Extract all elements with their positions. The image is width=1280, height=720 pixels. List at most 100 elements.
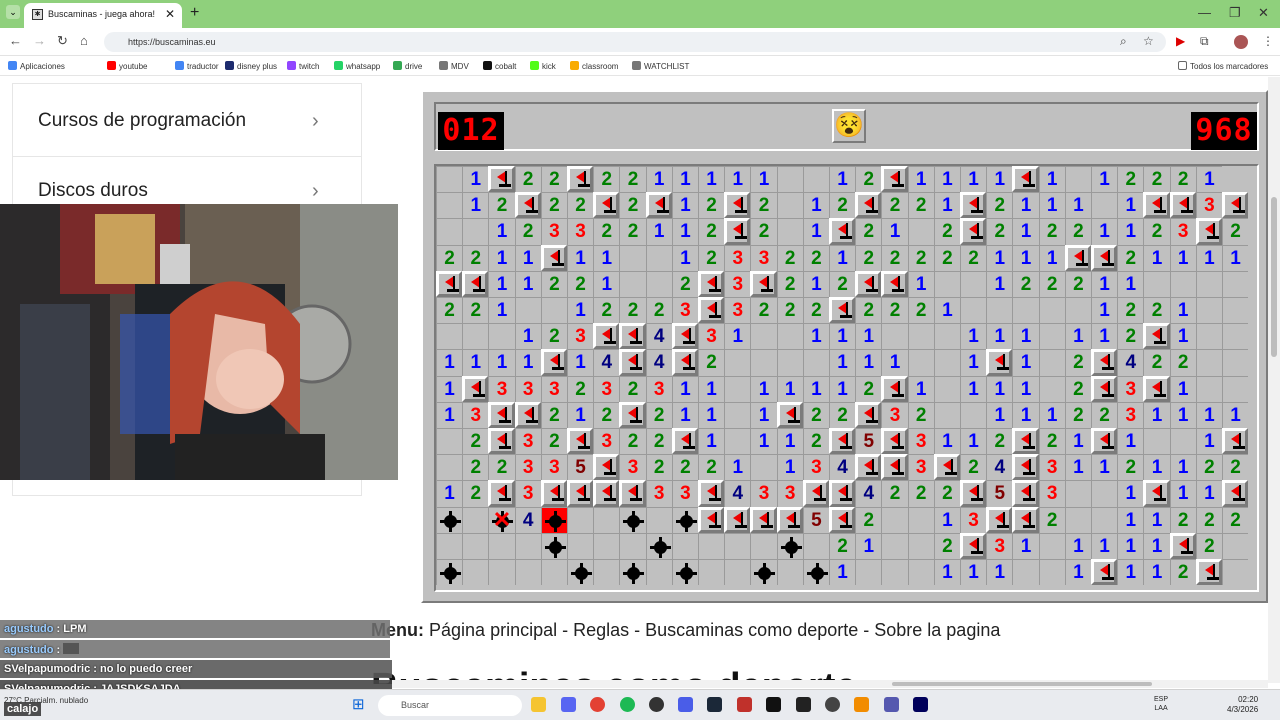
number-cell[interactable]: 1 [1117,192,1144,219]
number-cell[interactable]: 1 [1222,244,1249,271]
number-cell[interactable]: 1 [436,375,463,402]
mine-cell[interactable] [436,559,463,586]
empty-cell[interactable] [1064,166,1091,193]
empty-cell[interactable] [1143,270,1170,297]
number-cell[interactable]: 2 [540,192,567,219]
number-cell[interactable]: 4 [645,349,672,376]
number-cell[interactable]: 1 [488,270,515,297]
empty-cell[interactable] [1195,297,1222,324]
discord-icon[interactable] [561,697,576,712]
number-cell[interactable]: 2 [645,297,672,324]
number-cell[interactable]: 2 [750,192,777,219]
empty-cell[interactable] [750,532,777,559]
number-cell[interactable]: 1 [1143,244,1170,271]
number-cell[interactable]: 1 [986,401,1013,428]
empty-cell[interactable] [1143,428,1170,455]
flagged-cell[interactable] [671,349,698,376]
number-cell[interactable]: 1 [1064,323,1091,350]
number-cell[interactable]: 1 [698,428,725,455]
number-cell[interactable]: 5 [855,428,882,455]
empty-cell[interactable] [698,532,725,559]
number-cell[interactable]: 2 [1064,401,1091,428]
flagged-cell[interactable] [960,192,987,219]
flagged-cell[interactable] [1012,166,1039,193]
flagged-cell[interactable] [1091,428,1118,455]
number-cell[interactable]: 2 [907,480,934,507]
flagged-cell[interactable] [1064,244,1091,271]
number-cell[interactable]: 1 [960,166,987,193]
flagged-cell[interactable] [698,297,725,324]
number-cell[interactable]: 1 [462,349,489,376]
number-cell[interactable]: 3 [514,454,541,481]
number-cell[interactable]: 2 [462,480,489,507]
wrong-flag-cell[interactable]: ✕ [488,506,515,533]
empty-cell[interactable] [488,532,515,559]
number-cell[interactable]: 1 [1195,480,1222,507]
number-cell[interactable]: 1 [724,166,751,193]
flagged-cell[interactable] [671,428,698,455]
number-cell[interactable]: 1 [1169,454,1196,481]
number-cell[interactable]: 3 [1117,401,1144,428]
system-clock[interactable]: 02:20 4/3/2026 [1227,695,1258,715]
empty-cell[interactable] [1222,270,1249,297]
number-cell[interactable]: 1 [1143,401,1170,428]
number-cell[interactable]: 2 [1012,270,1039,297]
number-cell[interactable]: 3 [1038,480,1065,507]
empty-cell[interactable] [462,218,489,245]
number-cell[interactable]: 2 [619,297,646,324]
flagged-cell[interactable] [1012,428,1039,455]
number-cell[interactable]: 1 [1012,244,1039,271]
number-cell[interactable]: 1 [1012,375,1039,402]
number-cell[interactable]: 2 [436,244,463,271]
number-cell[interactable]: 3 [1038,454,1065,481]
number-cell[interactable]: 2 [1091,401,1118,428]
flagged-cell[interactable] [1143,480,1170,507]
mine-cell[interactable] [645,532,672,559]
number-cell[interactable]: 2 [514,166,541,193]
empty-cell[interactable] [776,218,803,245]
empty-cell[interactable] [907,506,934,533]
flagged-cell[interactable] [645,192,672,219]
empty-cell[interactable] [933,323,960,350]
flagged-cell[interactable] [619,480,646,507]
empty-cell[interactable] [881,532,908,559]
empty-cell[interactable] [1222,323,1249,350]
bookmark-drive[interactable]: drive [393,61,422,71]
number-cell[interactable]: 2 [750,218,777,245]
number-cell[interactable]: 2 [540,270,567,297]
empty-cell[interactable] [619,532,646,559]
number-cell[interactable]: 3 [540,375,567,402]
empty-cell[interactable] [567,506,594,533]
number-cell[interactable]: 2 [802,428,829,455]
number-cell[interactable]: 1 [933,166,960,193]
home-icon[interactable]: ⌂ [80,33,88,48]
number-cell[interactable]: 5 [986,480,1013,507]
number-cell[interactable]: 2 [855,297,882,324]
empty-cell[interactable] [436,192,463,219]
number-cell[interactable]: 1 [1064,532,1091,559]
empty-cell[interactable] [462,559,489,586]
number-cell[interactable]: 1 [462,192,489,219]
flagged-cell[interactable] [776,506,803,533]
number-cell[interactable]: 1 [933,192,960,219]
number-cell[interactable]: 1 [1091,323,1118,350]
number-cell[interactable]: 1 [1195,244,1222,271]
number-cell[interactable]: 1 [986,270,1013,297]
flagged-cell[interactable] [1143,323,1170,350]
number-cell[interactable]: 2 [698,218,725,245]
number-cell[interactable]: 3 [540,454,567,481]
flagged-cell[interactable] [1195,218,1222,245]
number-cell[interactable]: 1 [750,401,777,428]
number-cell[interactable]: 3 [881,401,908,428]
flagged-cell[interactable] [671,323,698,350]
flagged-cell[interactable] [619,323,646,350]
empty-cell[interactable] [750,454,777,481]
number-cell[interactable]: 1 [671,401,698,428]
file-explorer-icon[interactable] [531,697,546,712]
empty-cell[interactable] [960,270,987,297]
number-cell[interactable]: 1 [960,349,987,376]
empty-cell[interactable] [855,559,882,586]
flagged-cell[interactable] [1222,192,1249,219]
number-cell[interactable]: 2 [645,428,672,455]
flagged-cell[interactable] [960,532,987,559]
